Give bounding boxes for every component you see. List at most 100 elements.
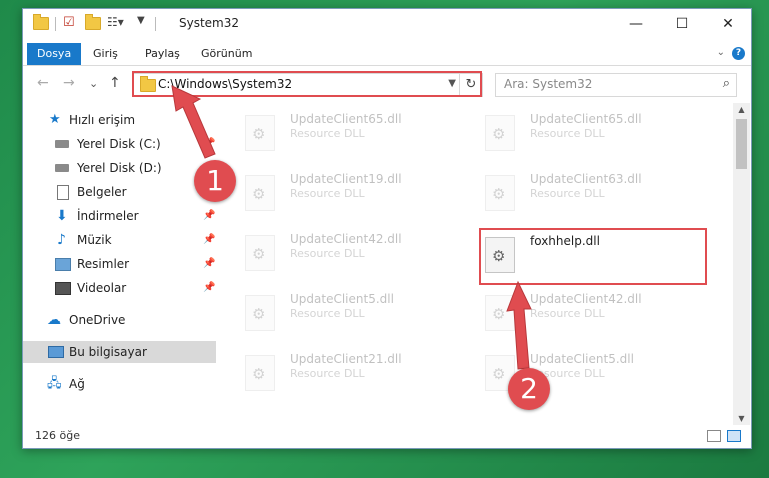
- scroll-down-icon[interactable]: ▼: [733, 414, 750, 423]
- minimize-button[interactable]: —: [613, 9, 659, 39]
- scroll-up-icon[interactable]: ▲: [733, 105, 750, 114]
- sidebar-item-downloads[interactable]: ⬇ İndirmeler 📌: [23, 205, 216, 227]
- sidebar-item-videos[interactable]: Videolar 📌: [23, 277, 216, 299]
- file-type: Resource DLL: [290, 127, 365, 140]
- videos-icon: [55, 282, 71, 295]
- computer-icon: [48, 346, 64, 358]
- drive-icon: [55, 164, 69, 172]
- file-item[interactable]: UpdateClient19.dll Resource DLL: [233, 169, 433, 215]
- dll-file-icon: [245, 295, 275, 331]
- file-item[interactable]: UpdateClient65.dll Resource DLL: [473, 109, 673, 155]
- dll-file-icon: [485, 295, 515, 331]
- navigation-pane: ★ Hızlı erişim Yerel Disk (C:) 📌 Yerel D…: [23, 109, 216, 429]
- sidebar-item-label: Ağ: [69, 377, 85, 391]
- back-button[interactable]: ←: [37, 75, 49, 91]
- search-input[interactable]: Ara: System32 ⌕: [495, 73, 737, 97]
- sidebar-item-label: Yerel Disk (C:): [77, 137, 161, 151]
- file-name: UpdateClient21.dll: [290, 352, 402, 366]
- file-name: UpdateClient63.dll: [530, 172, 642, 186]
- file-item[interactable]: UpdateClient65.dll Resource DLL: [233, 109, 433, 155]
- file-type: Resource DLL: [530, 187, 605, 200]
- vertical-scrollbar[interactable]: ▲ ▼: [733, 103, 750, 425]
- pin-icon[interactable]: 📌: [203, 277, 215, 299]
- ribbon-tabs: Dosya Giriş Paylaş Görünüm ⌄ ?: [23, 43, 751, 66]
- file-name: UpdateClient19.dll: [290, 172, 402, 186]
- sidebar-item-label: Hızlı erişim: [69, 113, 136, 127]
- file-name: UpdateClient5.dll: [530, 352, 634, 366]
- forward-button[interactable]: →: [63, 75, 75, 91]
- music-icon: ♪: [57, 232, 66, 248]
- file-item[interactable]: UpdateClient21.dll Resource DLL: [233, 349, 433, 395]
- pin-icon[interactable]: 📌: [203, 133, 215, 155]
- sidebar-item-this-pc[interactable]: Bu bilgisayar: [23, 341, 216, 363]
- dll-file-icon: [245, 355, 275, 391]
- sidebar-item-label: Yerel Disk (D:): [77, 161, 162, 175]
- details-view-icon[interactable]: [707, 430, 721, 442]
- sidebar-item-onedrive[interactable]: ☁ OneDrive: [23, 309, 216, 331]
- up-button[interactable]: ↑: [109, 75, 121, 91]
- title-bar: ☑ ☷▾ ▼ System32 — ☐ ✕: [23, 9, 751, 39]
- sidebar-item-quick-access[interactable]: ★ Hızlı erişim: [23, 109, 216, 131]
- sidebar-item-label: İndirmeler: [77, 209, 139, 223]
- sidebar-item-music[interactable]: ♪ Müzik 📌: [23, 229, 216, 251]
- star-icon: ★: [49, 112, 61, 127]
- sidebar-item-local-disk-d[interactable]: Yerel Disk (D:): [23, 157, 216, 179]
- file-type: Resource DLL: [530, 127, 605, 140]
- new-folder-icon[interactable]: [85, 14, 101, 30]
- dll-file-icon: [485, 115, 515, 151]
- file-type: Resource DLL: [530, 307, 605, 320]
- file-item[interactable]: UpdateClient5.dll Resource DLL: [473, 349, 673, 395]
- pictures-icon: [55, 258, 71, 271]
- sidebar-item-local-disk-c[interactable]: Yerel Disk (C:) 📌: [23, 133, 216, 155]
- large-icons-view-icon[interactable]: [727, 430, 741, 442]
- file-item[interactable]: UpdateClient63.dll Resource DLL: [473, 169, 673, 215]
- sidebar-item-documents[interactable]: Belgeler 📌: [23, 181, 216, 203]
- file-name: UpdateClient5.dll: [290, 292, 394, 306]
- pin-icon[interactable]: 📌: [203, 253, 215, 275]
- search-icon[interactable]: ⌕: [723, 76, 730, 91]
- dll-file-icon: [245, 115, 275, 151]
- documents-icon: [57, 185, 69, 200]
- file-item[interactable]: UpdateClient5.dll Resource DLL: [233, 289, 433, 335]
- recent-locations-button[interactable]: ⌄: [89, 77, 98, 90]
- maximize-button[interactable]: ☐: [659, 9, 705, 39]
- scrollbar-thumb[interactable]: [736, 119, 747, 169]
- sidebar-item-label: Resimler: [77, 257, 130, 271]
- help-icon[interactable]: ?: [732, 47, 745, 60]
- pin-icon[interactable]: 📌: [203, 229, 215, 251]
- sidebar-item-pictures[interactable]: Resimler 📌: [23, 253, 216, 275]
- sidebar-item-label: OneDrive: [69, 313, 126, 327]
- dll-file-icon: [245, 235, 275, 271]
- file-name: UpdateClient42.dll: [530, 292, 642, 306]
- callout-badge-1: 1: [194, 160, 236, 202]
- sidebar-item-label: Müzik: [77, 233, 112, 247]
- drive-icon: [55, 140, 69, 148]
- search-placeholder: Ara: System32: [504, 77, 593, 91]
- tab-file[interactable]: Dosya: [27, 43, 82, 65]
- divider: [55, 17, 56, 31]
- download-icon: ⬇: [56, 208, 68, 224]
- file-type: Resource DLL: [290, 367, 365, 380]
- cloud-icon: ☁: [47, 312, 61, 328]
- tab-home[interactable]: Giriş: [83, 43, 128, 65]
- quick-access-toolbar-icon[interactable]: ☷▾: [107, 15, 124, 29]
- expand-ribbon-icon[interactable]: ⌄: [717, 47, 725, 58]
- tab-view[interactable]: Görünüm: [191, 43, 262, 65]
- file-name: UpdateClient65.dll: [290, 112, 402, 126]
- sidebar-item-network[interactable]: 🖧 Ağ: [23, 373, 216, 395]
- item-count: 126 öğe: [35, 429, 80, 442]
- dll-file-icon: [485, 175, 515, 211]
- file-explorer-window: ☑ ☷▾ ▼ System32 — ☐ ✕ Dosya Giriş Paylaş…: [22, 8, 752, 449]
- sidebar-item-label: Bu bilgisayar: [69, 345, 147, 359]
- close-button[interactable]: ✕: [705, 9, 751, 39]
- tab-share[interactable]: Paylaş: [135, 43, 190, 65]
- navigation-bar: ← → ⌄ ↑ C:\Windows\System32 ▼ ↻ Ara: Sys…: [23, 69, 751, 99]
- status-bar: 126 öğe: [23, 424, 751, 448]
- pin-icon[interactable]: 📌: [203, 205, 215, 227]
- file-name: UpdateClient42.dll: [290, 232, 402, 246]
- file-item[interactable]: UpdateClient42.dll Resource DLL: [233, 229, 433, 275]
- customize-toolbar-icon[interactable]: ▼: [137, 15, 145, 26]
- properties-icon[interactable]: ☑: [63, 15, 75, 30]
- window-title: System32: [179, 16, 240, 30]
- file-item[interactable]: UpdateClient42.dll Resource DLL: [473, 289, 673, 335]
